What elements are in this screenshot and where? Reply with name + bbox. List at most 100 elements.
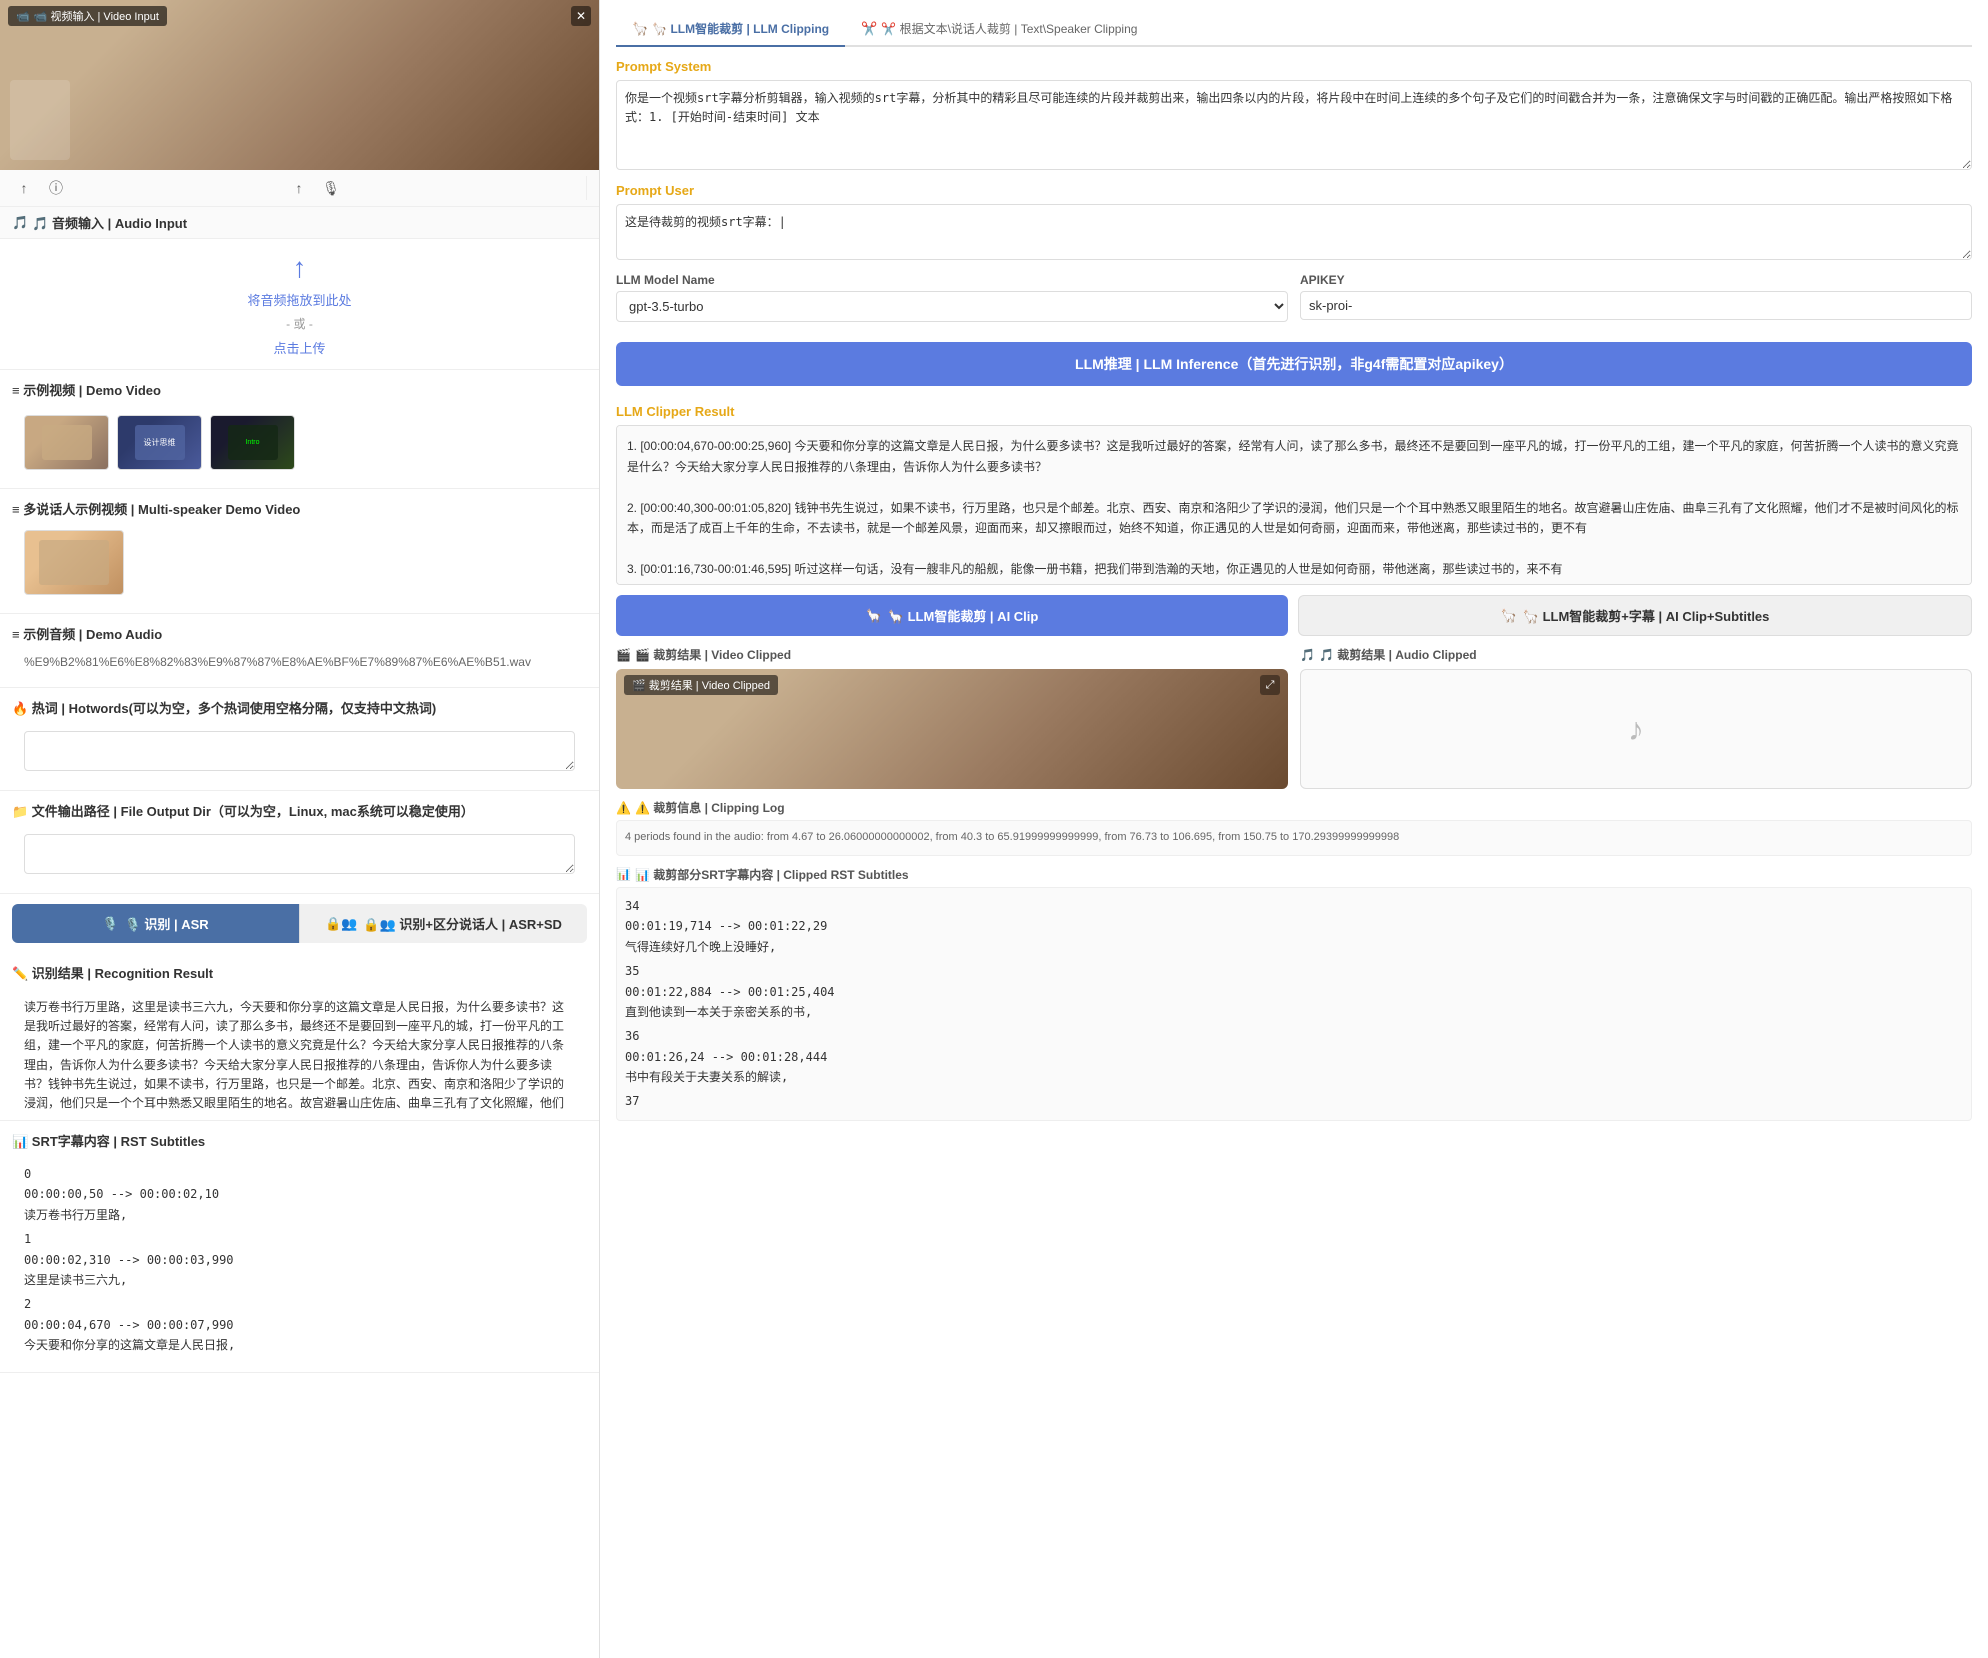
upload-arrow-icon: ↑ bbox=[293, 252, 307, 284]
clipped-video-thumbnail: 🎬 裁剪结果 | Video Clipped ⤢ bbox=[616, 669, 1288, 789]
audio-input-header: 🎵 🎵 音频输入 | Audio Input bbox=[0, 207, 599, 239]
demo-thumbnails: 设计思维 Intro bbox=[12, 407, 587, 478]
multi-speaker-demo-section: ≡ 多说话人示例视频 | Multi-speaker Demo Video bbox=[0, 489, 599, 614]
music-note-icon: 🎵 bbox=[1300, 648, 1315, 662]
clipped-video-status-badge: 🎬 裁剪结果 | Video Clipped bbox=[624, 675, 778, 695]
apikey-label: APIKEY bbox=[1300, 273, 1972, 287]
video-input-section: 📹 📹 视频输入 | Video Input ✕ ↑ ⓘ ↑ 🎙 bbox=[0, 0, 599, 207]
hotwords-header: 🔥 热词 | Hotwords(可以为空，多个热词使用空格分隔，仅支持中文热词) bbox=[12, 698, 587, 717]
recognition-result-text: 读万卷书行万里路，这里是读书三六九，今天要和你分享的这篇文章是人民日报，为什么要… bbox=[12, 990, 587, 1110]
clipped-subtitles-label: 📊 📊 裁剪部分SRT字幕内容 | Clipped RST Subtitles bbox=[616, 866, 1972, 883]
video-camera-icon: 📹 bbox=[16, 10, 30, 23]
clip-buttons-row: 🦙 🦙 LLM智能裁剪 | AI Clip 🦙 🦙 LLM智能裁剪+字幕 | A… bbox=[616, 595, 1972, 636]
clipped-results-row: 🎬 🎬 裁剪结果 | Video Clipped 🎬 裁剪结果 | Video … bbox=[616, 646, 1972, 789]
llama-icon-tab1: 🦙 bbox=[632, 21, 648, 37]
asr-sd-button[interactable]: 🔒👥 🔒👥 识别+区分说话人 | ASR+SD bbox=[299, 904, 587, 943]
demo-thumb-3[interactable]: Intro bbox=[210, 415, 295, 470]
apikey-input[interactable] bbox=[1300, 291, 1972, 320]
warning-icon: ⚠️ bbox=[616, 801, 631, 815]
tabs-row: 🦙 🦙 LLM智能裁剪 | LLM Clipping ✂️ ✂️ 根据文本\说话… bbox=[616, 12, 1972, 47]
tab-llm-clipping[interactable]: 🦙 🦙 LLM智能裁剪 | LLM Clipping bbox=[616, 12, 845, 47]
apikey-col: APIKEY bbox=[1300, 273, 1972, 322]
demo-audio-section: ≡ 示例音频 | Demo Audio %E9%B2%81%E6%E8%82%8… bbox=[0, 614, 599, 688]
asr-button[interactable]: 🎙️ 🎙️ 识别 | ASR bbox=[12, 904, 299, 943]
clipping-log-text: 4 periods found in the audio: from 4.67 … bbox=[616, 820, 1972, 856]
audio-toolbar-inline: ↑ 🎙 bbox=[287, 176, 587, 200]
multi-speaker-header: ≡ 多说话人示例视频 | Multi-speaker Demo Video bbox=[12, 499, 587, 518]
model-row: LLM Model Name gpt-3.5-turbo APIKEY bbox=[616, 273, 1972, 322]
demo-thumb-2[interactable]: 设计思维 bbox=[117, 415, 202, 470]
ai-clip-button[interactable]: 🦙 🦙 LLM智能裁剪 | AI Clip bbox=[616, 595, 1288, 636]
demo-audio-filename: %E9%B2%81%E6%E8%82%83%E9%87%87%E8%AE%BF%… bbox=[12, 651, 587, 677]
model-select[interactable]: gpt-3.5-turbo bbox=[616, 291, 1288, 322]
srt-subtitles-section: 📊 SRT字幕内容 | RST Subtitles 0 00:00:00,50 … bbox=[0, 1121, 599, 1373]
srt-subtitles-header: 📊 SRT字幕内容 | RST Subtitles bbox=[12, 1131, 587, 1150]
file-output-section: 📁 文件输出路径 | File Output Dir（可以为空，Linux, m… bbox=[0, 791, 599, 894]
video-display: 📹 📹 视频输入 | Video Input ✕ bbox=[0, 0, 599, 170]
llm-result-label: LLM Clipper Result bbox=[616, 404, 1972, 419]
hotwords-section: 🔥 热词 | Hotwords(可以为空，多个热词使用空格分隔，仅支持中文热词) bbox=[0, 688, 599, 791]
llama-clip-sub-icon: 🦙 bbox=[1501, 608, 1517, 624]
clipped-audio-col: 🎵 🎵 裁剪结果 | Audio Clipped ♪ bbox=[1300, 646, 1972, 789]
llm-infer-button[interactable]: LLM推理 | LLM Inference（首先进行识别，非g4f需配置对应ap… bbox=[616, 342, 1972, 386]
video-toolbar-left: ↑ ⓘ bbox=[12, 176, 68, 200]
upload-video-icon[interactable]: ↑ bbox=[12, 176, 36, 200]
recognition-result-section: ✏️ 识别结果 | Recognition Result 读万卷书行万里路，这里… bbox=[0, 953, 599, 1121]
recognition-result-header: ✏️ 识别结果 | Recognition Result bbox=[12, 963, 587, 982]
audio-drop-text: 将音频拖放到此处 bbox=[247, 290, 351, 309]
art-figure bbox=[10, 80, 70, 160]
prompt-system-textarea[interactable]: 你是一个视频srt字幕分析剪辑器，输入视频的srt字幕，分析其中的精彩且尽可能连… bbox=[616, 80, 1972, 170]
demo-thumb-1[interactable] bbox=[24, 415, 109, 470]
thumb-1-inner bbox=[25, 416, 108, 469]
prompt-user-textarea[interactable]: 这是待裁剪的视频srt字幕：| bbox=[616, 204, 1972, 260]
llama-clip-icon: 🦙 bbox=[866, 608, 882, 624]
thumb-3-inner: Intro bbox=[211, 416, 294, 469]
model-name-col: LLM Model Name gpt-3.5-turbo bbox=[616, 273, 1288, 322]
clapper-icon: 🎬 bbox=[616, 648, 631, 662]
tab-text-speaker-clipping[interactable]: ✂️ ✂️ 根据文本\说话人裁剪 | Text\Speaker Clipping bbox=[845, 12, 1153, 47]
clipped-video-label: 🎬 🎬 裁剪结果 | Video Clipped bbox=[616, 646, 1288, 663]
upload-audio-inline-icon[interactable]: ↑ bbox=[287, 176, 311, 200]
llm-result-text: 1. [00:00:04,670-00:00:25,960] 今天要和你分享的这… bbox=[627, 436, 1961, 579]
audio-click-upload-link[interactable]: 点击上传 bbox=[273, 338, 325, 357]
demo-video-section: ≡ 示例视频 | Demo Video 设计思维 Intro bbox=[0, 370, 599, 489]
file-output-input[interactable] bbox=[24, 834, 575, 874]
asr-sd-icon: 🔒👥 bbox=[325, 916, 357, 932]
video-close-button[interactable]: ✕ bbox=[571, 6, 591, 26]
clipped-audio-placeholder: ♪ bbox=[1300, 669, 1972, 789]
model-name-label: LLM Model Name bbox=[616, 273, 1288, 287]
audio-drop-zone[interactable]: ↑ 将音频拖放到此处 - 或 - 点击上传 bbox=[0, 239, 599, 369]
asr-mic-icon: 🎙️ bbox=[102, 916, 118, 932]
video-toolbar: ↑ ⓘ ↑ 🎙 bbox=[0, 170, 599, 207]
mic-icon[interactable]: 🎙 bbox=[319, 176, 343, 200]
audio-input-section: 🎵 🎵 音频输入 | Audio Input ↑ 将音频拖放到此处 - 或 - … bbox=[0, 207, 599, 370]
expand-video-icon[interactable]: ⤢ bbox=[1260, 675, 1280, 695]
clipped-audio-label: 🎵 🎵 裁剪结果 | Audio Clipped bbox=[1300, 646, 1972, 663]
video-input-label: 📹 📹 视频输入 | Video Input bbox=[8, 6, 167, 26]
llm-result-box: 1. [00:00:04,670-00:00:25,960] 今天要和你分享的这… bbox=[616, 425, 1972, 585]
scissors-icon-tab2: ✂️ bbox=[861, 21, 877, 37]
clipped-subtitles-section: 📊 📊 裁剪部分SRT字幕内容 | Clipped RST Subtitles … bbox=[616, 866, 1972, 1121]
asr-buttons-row: 🎙️ 🎙️ 识别 | ASR 🔒👥 🔒👥 识别+区分说话人 | ASR+SD bbox=[12, 904, 587, 943]
ai-clip-subtitles-button[interactable]: 🦙 🦙 LLM智能裁剪+字幕 | AI Clip+Subtitles bbox=[1298, 595, 1972, 636]
chart-icon: 📊 bbox=[616, 867, 631, 881]
demo-audio-header: ≡ 示例音频 | Demo Audio bbox=[12, 624, 587, 643]
multi-speaker-thumbnails bbox=[12, 526, 587, 603]
audio-or-text: - 或 - bbox=[286, 315, 313, 332]
music-icon: 🎵 bbox=[12, 215, 28, 231]
clipped-subtitles-content: 34 00:01:19,714 --> 00:01:22,29 气得连续好几个晚… bbox=[616, 887, 1972, 1121]
clipping-log-section: ⚠️ ⚠️ 裁剪信息 | Clipping Log 4 periods foun… bbox=[616, 799, 1972, 856]
prompt-system-label: Prompt System bbox=[616, 59, 1972, 74]
hotwords-input[interactable] bbox=[24, 731, 575, 771]
srt-content-text: 0 00:00:00,50 --> 00:00:02,10 读万卷书行万里路, … bbox=[12, 1158, 587, 1362]
left-panel: 📹 📹 视频输入 | Video Input ✕ ↑ ⓘ ↑ 🎙 🎵 🎵 音频输… bbox=[0, 0, 600, 1658]
file-output-header: 📁 文件输出路径 | File Output Dir（可以为空，Linux, m… bbox=[12, 801, 587, 820]
clipping-log-label: ⚠️ ⚠️ 裁剪信息 | Clipping Log bbox=[616, 799, 1972, 816]
demo-video-header: ≡ 示例视频 | Demo Video bbox=[12, 380, 587, 399]
multi-speaker-thumb[interactable] bbox=[24, 530, 124, 595]
info-video-icon[interactable]: ⓘ bbox=[44, 176, 68, 200]
right-panel: 🦙 🦙 LLM智能裁剪 | LLM Clipping ✂️ ✂️ 根据文本\说话… bbox=[600, 0, 1988, 1658]
prompt-user-label: Prompt User bbox=[616, 183, 1972, 198]
audio-placeholder-icon: ♪ bbox=[1628, 711, 1644, 748]
audio-drop-area: 🎵 🎵 音频输入 | Audio Input ↑ 将音频拖放到此处 - 或 - … bbox=[0, 207, 599, 369]
